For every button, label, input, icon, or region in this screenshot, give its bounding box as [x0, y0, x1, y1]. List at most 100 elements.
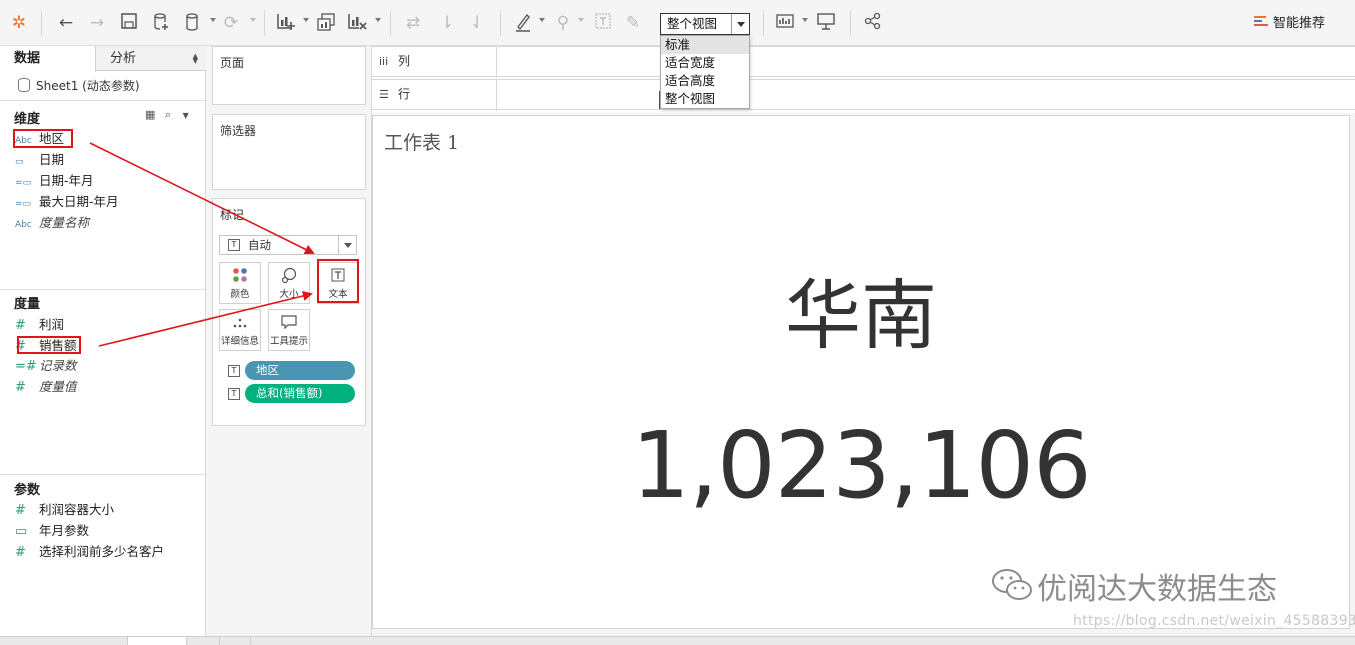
fit-option-standard[interactable]: 标准 — [661, 36, 749, 54]
fit-option-fit-width[interactable]: 适合宽度 — [661, 54, 749, 72]
number-icon: # — [15, 380, 26, 395]
pages-title: 页面 — [220, 56, 245, 70]
worksheet-view[interactable]: 工作表 1 华南 1,023,106 优阅达大数据生态 https://blog… — [372, 115, 1355, 629]
text-mark-icon: T — [228, 388, 240, 400]
sales-value[interactable]: 1,023,106 — [373, 411, 1349, 521]
tooltip-label: 工具提示 — [269, 336, 308, 347]
fit-option-fit-height[interactable]: 适合高度 — [661, 72, 749, 90]
group-members-icon[interactable]: ⚲ — [552, 12, 574, 34]
field-date-month[interactable]: =▭ 日期-年月 — [15, 172, 94, 190]
duplicate-sheet-icon[interactable] — [315, 12, 337, 34]
tableau-logo-icon[interactable]: ✲ — [9, 12, 29, 34]
swap-rows-columns-icon[interactable]: ⇄ — [402, 12, 424, 34]
calendar-icon: ▭ — [15, 157, 24, 167]
detail-label: 详细信息 — [220, 336, 259, 347]
tab-analytics-label: 分析 — [110, 51, 137, 66]
chevron-down-icon[interactable] — [731, 14, 749, 34]
detail-button[interactable]: 详细信息 — [219, 309, 261, 351]
size-button[interactable]: 大小 — [268, 262, 310, 304]
presentation-mode-icon[interactable] — [815, 12, 837, 34]
fix-axes-icon[interactable]: ✎ — [622, 12, 644, 34]
text-mark-icon: T — [228, 239, 240, 251]
mark-type-select[interactable]: T 自动 — [219, 235, 357, 255]
rows-shelf[interactable]: ☰ 行 — [372, 79, 1355, 111]
marks-card: 标记 T 自动 颜色 大小 文本 详细信息 工具提示 T 地区 T 总和(销售额… — [212, 198, 366, 426]
updown-icon: ▲ ▼ — [192, 52, 198, 65]
clear-sheet-icon[interactable] — [346, 12, 368, 34]
show-mark-labels-icon[interactable] — [592, 12, 614, 34]
pill-sum-sales[interactable]: 总和(销售额) — [245, 384, 355, 403]
sheet-tab[interactable] — [219, 637, 251, 645]
parameters-header: 参数 — [14, 483, 41, 498]
param-profit-bin-size[interactable]: # 利润容器大小 — [15, 501, 114, 519]
pause-updates-icon[interactable] — [182, 12, 202, 34]
text-mark-icon: T — [228, 365, 240, 377]
show-me-label: 智能推荐 — [1273, 16, 1326, 31]
tab-analytics[interactable]: 分析 ▲ ▼ — [96, 46, 206, 71]
datasource-label: Sheet1 (动态参数) — [36, 79, 140, 93]
grid-view-icon[interactable]: ▦ — [145, 108, 155, 121]
columns-shelf[interactable]: iii 列 — [372, 46, 1355, 78]
show-me-icon — [1254, 16, 1268, 28]
columns-text: 列 — [398, 54, 411, 68]
mark-type-value: 自动 — [248, 238, 271, 252]
field-max-date-month[interactable]: =▭ 最大日期-年月 — [15, 193, 119, 211]
fit-select-value: 整个视图 — [667, 16, 718, 31]
shelves-pane: 页面 筛选器 标记 T 自动 颜色 大小 文本 详细信息 工具提示 T 地区 T… — [206, 46, 372, 636]
sort-ascending-icon[interactable]: ⇂ — [436, 12, 458, 34]
calendar-icon: ▭ — [15, 524, 28, 539]
share-icon[interactable] — [862, 12, 884, 34]
sort-descending-icon[interactable]: ⇃ — [466, 12, 488, 34]
sheet-title[interactable]: 工作表 1 — [384, 128, 459, 155]
tooltip-button[interactable]: 工具提示 — [268, 309, 310, 351]
dimension-tools: ▦ ⌕ ▼ — [145, 108, 189, 122]
string-icon: Abc — [15, 220, 32, 230]
add-datasource-icon[interactable] — [150, 12, 172, 34]
wechat-icon — [989, 565, 1037, 605]
marks-title: 标记 — [220, 208, 245, 222]
refresh-icon[interactable]: ⟳ — [220, 12, 242, 34]
watermark-url: https://blog.csdn.net/weixin_45588393 — [1073, 613, 1355, 629]
filters-title: 筛选器 — [220, 124, 257, 138]
field-label: 度量值 — [39, 379, 77, 394]
columns-icon: iii — [379, 55, 389, 68]
tooltip-icon — [269, 314, 309, 336]
new-worksheet-icon[interactable] — [275, 12, 297, 34]
region-label[interactable]: 华南 — [373, 271, 1349, 361]
field-date[interactable]: ▭ 日期 — [15, 151, 64, 169]
fit-option-entire-view[interactable]: 整个视图 — [661, 90, 749, 108]
pill-region[interactable]: 地区 — [245, 361, 355, 380]
pages-card[interactable]: 页面 — [212, 46, 366, 105]
save-icon[interactable] — [118, 12, 140, 34]
color-button[interactable]: 颜色 — [219, 262, 261, 304]
color-icon — [220, 267, 260, 289]
redo-icon[interactable]: → — [86, 12, 108, 34]
filters-card[interactable]: 筛选器 — [212, 114, 366, 190]
field-measure-values[interactable]: # 度量值 — [15, 378, 77, 396]
number-calc-icon: =# — [15, 359, 37, 374]
show-hide-cards-icon[interactable] — [774, 12, 796, 34]
search-icon[interactable]: ⌕ — [165, 108, 171, 121]
chevron-down-icon[interactable] — [338, 236, 356, 254]
param-top-customers[interactable]: # 选择利润前多少名客户 — [15, 543, 164, 561]
chevron-down-icon[interactable]: ▼ — [183, 111, 189, 120]
field-label: 选择利润前多少名客户 — [39, 544, 165, 559]
highlight-text-button — [317, 259, 359, 303]
sheet-tabs-bar — [0, 636, 1355, 645]
size-label: 大小 — [279, 289, 299, 300]
datasource-item[interactable]: Sheet1 (动态参数) — [18, 78, 140, 94]
columns-label: iii 列 — [372, 47, 497, 78]
sheet-tab[interactable] — [127, 637, 187, 645]
field-record-count[interactable]: =# 记录数 — [15, 357, 77, 375]
show-me-button[interactable]: 智能推荐 — [1254, 14, 1325, 34]
field-label: 年月参数 — [39, 523, 90, 538]
highlight-icon[interactable] — [512, 12, 534, 34]
fit-select[interactable]: 整个视图 — [660, 13, 750, 35]
param-year-month[interactable]: ▭ 年月参数 — [15, 522, 89, 540]
field-label: 日期-年月 — [39, 173, 94, 188]
tab-data[interactable]: 数据 — [0, 46, 96, 72]
undo-icon[interactable]: ← — [55, 12, 77, 34]
field-profit[interactable]: # 利润 — [15, 316, 64, 334]
number-icon: # — [15, 318, 26, 333]
field-measure-names[interactable]: Abc 度量名称 — [15, 214, 89, 232]
